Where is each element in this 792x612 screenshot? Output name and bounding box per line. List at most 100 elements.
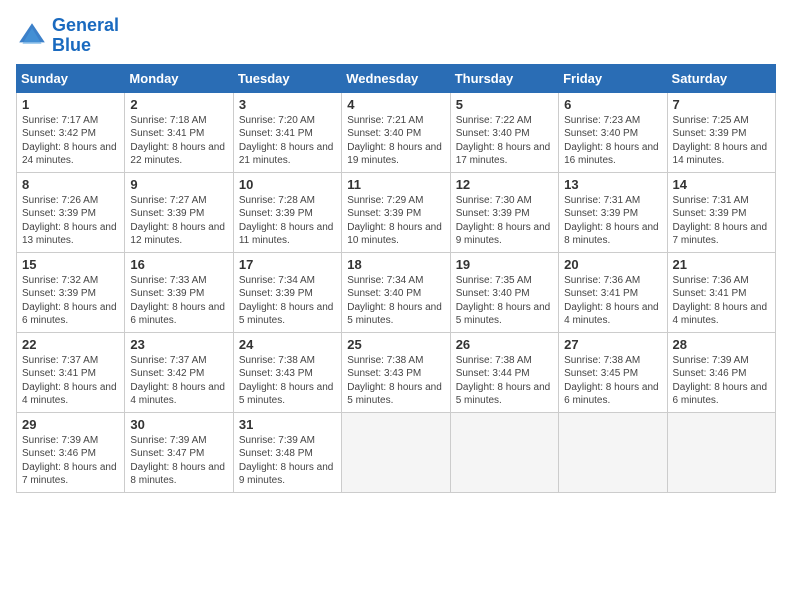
day-cell	[450, 412, 558, 492]
weekday-header-row: SundayMondayTuesdayWednesdayThursdayFrid…	[17, 64, 776, 92]
day-number: 29	[22, 417, 119, 432]
day-info: Sunrise: 7:21 AM Sunset: 3:40 PM Dayligh…	[347, 114, 444, 168]
day-info: Sunrise: 7:28 AM Sunset: 3:39 PM Dayligh…	[239, 194, 336, 248]
weekday-thursday: Thursday	[450, 64, 558, 92]
day-number: 27	[564, 337, 661, 352]
day-cell	[667, 412, 775, 492]
day-info: Sunrise: 7:33 AM Sunset: 3:39 PM Dayligh…	[130, 274, 227, 328]
day-cell: 21Sunrise: 7:36 AM Sunset: 3:41 PM Dayli…	[667, 252, 775, 332]
day-cell	[342, 412, 450, 492]
day-cell: 10 Sunrise: 7:28 AM Sunset: 3:39 PM Dayli…	[233, 172, 341, 252]
weekday-friday: Friday	[559, 64, 667, 92]
day-number: 8	[22, 177, 119, 192]
day-cell: 27 Sunrise: 7:38 AM Sunset: 3:45 PM Dayli…	[559, 332, 667, 412]
day-info: Sunrise: 7:38 AM Sunset: 3:43 PM Dayligh…	[239, 354, 336, 408]
day-cell: 28 Sunrise: 7:39 AM Sunset: 3:46 PM Dayli…	[667, 332, 775, 412]
day-info: Sunrise: 7:37 AM Sunset: 3:41 PM Dayligh…	[22, 354, 119, 408]
day-info: Sunrise: 7:37 AM Sunset: 3:42 PM Dayligh…	[130, 354, 227, 408]
day-info: Sunrise: 7:22 AM Sunset: 3:40 PM Dayligh…	[456, 114, 553, 168]
day-cell: 14 Sunrise: 7:31 AM Sunset: 3:39 PM Dayli…	[667, 172, 775, 252]
day-info: Sunrise: 7:32 AM Sunset: 3:39 PM Dayligh…	[22, 274, 119, 328]
day-info: Sunrise: 7:34 AM Sunset: 3:40 PM Dayligh…	[347, 274, 444, 328]
week-row-1: 1 Sunrise: 7:17 AM Sunset: 3:42 PM Daylig…	[17, 92, 776, 172]
day-number: 4	[347, 97, 444, 112]
day-cell: 23Sunrise: 7:37 AM Sunset: 3:42 PM Dayli…	[125, 332, 233, 412]
calendar-body: 1 Sunrise: 7:17 AM Sunset: 3:42 PM Daylig…	[17, 92, 776, 492]
day-cell: 16 Sunrise: 7:33 AM Sunset: 3:39 PM Dayli…	[125, 252, 233, 332]
weekday-sunday: Sunday	[17, 64, 125, 92]
day-cell: 1 Sunrise: 7:17 AM Sunset: 3:42 PM Daylig…	[17, 92, 125, 172]
day-info: Sunrise: 7:20 AM Sunset: 3:41 PM Dayligh…	[239, 114, 336, 168]
day-cell: 18 Sunrise: 7:34 AM Sunset: 3:40 PM Dayli…	[342, 252, 450, 332]
day-info: Sunrise: 7:23 AM Sunset: 3:40 PM Dayligh…	[564, 114, 661, 168]
day-cell: 24 Sunrise: 7:38 AM Sunset: 3:43 PM Dayli…	[233, 332, 341, 412]
day-cell: 29 Sunrise: 7:39 AM Sunset: 3:46 PM Dayli…	[17, 412, 125, 492]
weekday-tuesday: Tuesday	[233, 64, 341, 92]
day-number: 7	[673, 97, 770, 112]
day-number: 16	[130, 257, 227, 272]
day-info: Sunrise: 7:31 AM Sunset: 3:39 PM Dayligh…	[673, 194, 770, 248]
day-cell: 22 Sunrise: 7:37 AM Sunset: 3:41 PM Dayli…	[17, 332, 125, 412]
day-number: 5	[456, 97, 553, 112]
day-info: Sunrise: 7:18 AM Sunset: 3:41 PM Dayligh…	[130, 114, 227, 168]
day-cell: 3 Sunrise: 7:20 AM Sunset: 3:41 PM Daylig…	[233, 92, 341, 172]
day-info: Sunrise: 7:17 AM Sunset: 3:42 PM Dayligh…	[22, 114, 119, 168]
day-number: 14	[673, 177, 770, 192]
day-number: 18	[347, 257, 444, 272]
day-info: Sunrise: 7:26 AM Sunset: 3:39 PM Dayligh…	[22, 194, 119, 248]
day-cell: 2 Sunrise: 7:18 AM Sunset: 3:41 PM Daylig…	[125, 92, 233, 172]
day-number: 15	[22, 257, 119, 272]
day-info: Sunrise: 7:38 AM Sunset: 3:45 PM Dayligh…	[564, 354, 661, 408]
page-header: General Blue	[16, 16, 776, 56]
day-number: 30	[130, 417, 227, 432]
day-number: 24	[239, 337, 336, 352]
day-cell	[559, 412, 667, 492]
day-number: 2	[130, 97, 227, 112]
day-info: Sunrise: 7:39 AM Sunset: 3:46 PM Dayligh…	[673, 354, 770, 408]
day-cell: 11 Sunrise: 7:29 AM Sunset: 3:39 PM Dayli…	[342, 172, 450, 252]
day-cell: 31Sunrise: 7:39 AM Sunset: 3:48 PM Dayli…	[233, 412, 341, 492]
weekday-monday: Monday	[125, 64, 233, 92]
weekday-saturday: Saturday	[667, 64, 775, 92]
week-row-4: 22 Sunrise: 7:37 AM Sunset: 3:41 PM Dayli…	[17, 332, 776, 412]
day-info: Sunrise: 7:27 AM Sunset: 3:39 PM Dayligh…	[130, 194, 227, 248]
day-number: 12	[456, 177, 553, 192]
day-cell: 19Sunrise: 7:35 AM Sunset: 3:40 PM Dayli…	[450, 252, 558, 332]
day-number: 31	[239, 417, 336, 432]
day-info: Sunrise: 7:38 AM Sunset: 3:44 PM Dayligh…	[456, 354, 553, 408]
day-cell: 5 Sunrise: 7:22 AM Sunset: 3:40 PM Daylig…	[450, 92, 558, 172]
day-number: 17	[239, 257, 336, 272]
day-info: Sunrise: 7:29 AM Sunset: 3:39 PM Dayligh…	[347, 194, 444, 248]
day-number: 11	[347, 177, 444, 192]
day-cell: 9 Sunrise: 7:27 AM Sunset: 3:39 PM Daylig…	[125, 172, 233, 252]
day-info: Sunrise: 7:31 AM Sunset: 3:39 PM Dayligh…	[564, 194, 661, 248]
day-number: 13	[564, 177, 661, 192]
day-cell: 6 Sunrise: 7:23 AM Sunset: 3:40 PM Daylig…	[559, 92, 667, 172]
day-info: Sunrise: 7:30 AM Sunset: 3:39 PM Dayligh…	[456, 194, 553, 248]
day-cell: 4 Sunrise: 7:21 AM Sunset: 3:40 PM Daylig…	[342, 92, 450, 172]
day-number: 3	[239, 97, 336, 112]
week-row-2: 8 Sunrise: 7:26 AM Sunset: 3:39 PM Daylig…	[17, 172, 776, 252]
day-number: 10	[239, 177, 336, 192]
logo-icon	[16, 20, 48, 52]
day-number: 9	[130, 177, 227, 192]
day-number: 6	[564, 97, 661, 112]
day-cell: 8 Sunrise: 7:26 AM Sunset: 3:39 PM Daylig…	[17, 172, 125, 252]
day-number: 25	[347, 337, 444, 352]
day-cell: 13 Sunrise: 7:31 AM Sunset: 3:39 PM Dayli…	[559, 172, 667, 252]
day-cell: 17 Sunrise: 7:34 AM Sunset: 3:39 PM Dayli…	[233, 252, 341, 332]
day-number: 28	[673, 337, 770, 352]
day-cell: 25Sunrise: 7:38 AM Sunset: 3:43 PM Dayli…	[342, 332, 450, 412]
day-cell: 20 Sunrise: 7:36 AM Sunset: 3:41 PM Dayli…	[559, 252, 667, 332]
day-number: 26	[456, 337, 553, 352]
day-info: Sunrise: 7:36 AM Sunset: 3:41 PM Dayligh…	[673, 274, 770, 328]
day-number: 1	[22, 97, 119, 112]
day-number: 20	[564, 257, 661, 272]
day-info: Sunrise: 7:36 AM Sunset: 3:41 PM Dayligh…	[564, 274, 661, 328]
day-info: Sunrise: 7:34 AM Sunset: 3:39 PM Dayligh…	[239, 274, 336, 328]
day-cell: 30Sunrise: 7:39 AM Sunset: 3:47 PM Dayli…	[125, 412, 233, 492]
weekday-wednesday: Wednesday	[342, 64, 450, 92]
logo-text: General Blue	[52, 16, 119, 56]
day-info: Sunrise: 7:39 AM Sunset: 3:46 PM Dayligh…	[22, 434, 119, 488]
day-number: 22	[22, 337, 119, 352]
